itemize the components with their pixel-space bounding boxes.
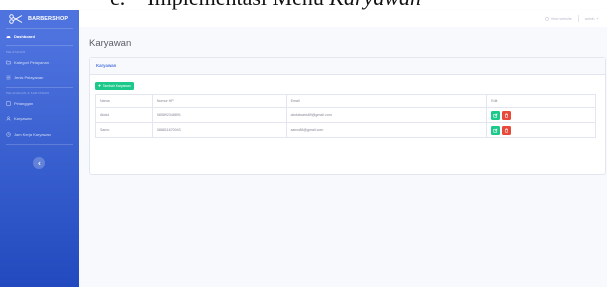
sidebar-item-dashboard[interactable]: Dashboard [4,31,76,41]
sidebar-item-label: Jenis Pelayanan [14,74,44,80]
column-header-edit[interactable]: Edit [486,94,596,108]
topbar-divider [577,15,579,22]
sidebar-item-label: Dashboard [14,33,35,39]
sidebar-heading-pelayanan: PELAYANAN [6,50,26,54]
user-dropdown[interactable]: admin [585,17,599,21]
scissors-icon [9,13,23,24]
sidebar-toggle-button[interactable] [33,157,45,169]
add-karyawan-button[interactable]: Tambah Karyawan [95,82,134,90]
cell-actions [486,122,596,138]
sidebar-item-kategori-pelayanan[interactable]: Kategori Pelayanan [4,57,76,67]
delete-button[interactable] [502,125,512,135]
sidebar-divider [6,87,73,88]
edit-icon [493,113,498,118]
sidebar-item-jam-kerja-karyawan[interactable]: Jam Kerja Karyawan [4,129,76,139]
cell-email: samo88@gmail.com [285,122,488,138]
trash-icon [505,112,509,118]
tachometer-icon [6,35,11,38]
sidebar-item-label: Karyawan [14,115,32,121]
column-header-nama[interactable]: Nama [95,94,153,108]
table-header-row: Nama Nomor HP Email Edit [95,94,596,108]
topbar: View website admin [79,10,607,27]
topbar-right: View website admin [545,15,599,22]
cell-email: abdulwaris89@gmail.com [285,107,488,123]
column-header-nomor-hp[interactable]: Nomor HP [151,94,287,108]
chevron-down-icon [596,17,599,20]
sidebar-divider [6,144,73,145]
sidebar-divider [6,28,73,29]
add-karyawan-label: Tambah Karyawan [102,84,131,88]
cell-nama: Samo [95,122,153,138]
document-caption: c. Implementasi Menu Karyawan [0,0,607,10]
table-row: Samo 088811670043 samo88@gmail.com [95,122,596,138]
folder-icon [6,60,11,64]
card-title: Karyawan [96,63,117,68]
user-name: admin [584,16,595,21]
page-title: Karyawan [89,38,132,49]
chevron-left-icon [37,161,41,165]
edit-button[interactable] [491,110,501,120]
edit-button[interactable] [491,125,501,135]
view-website-label: View website [550,16,572,21]
delete-button[interactable] [502,110,512,120]
caption-italic: Karyawan [329,0,421,10]
sidebar-item-label: Kategori Pelayanan [14,59,49,65]
sidebar-brand[interactable]: BARBERSHOP [0,10,79,27]
sidebar-item-label: Jam Kerja Karyawan [14,131,51,137]
sidebar: BARBERSHOP Dashboard PELAYANAN Kategori … [0,10,79,287]
column-header-email[interactable]: Email [285,94,488,108]
sidebar-item-karyawan[interactable]: Karyawan [4,113,76,123]
view-website-link[interactable]: View website [545,16,572,21]
caption-number: c. [110,0,125,10]
cell-nama: Abdul [95,107,153,123]
clock-icon [6,131,11,137]
users-icon [6,101,11,105]
plus-icon [98,84,101,88]
user-icon [6,116,11,121]
cell-actions [486,107,596,123]
globe-icon [545,16,550,21]
cell-nomor-hp: 085892348891 [151,107,287,123]
karyawan-card: Karyawan Tambah Karyawan Nama Nomor HP E… [89,57,606,175]
brand-name: BARBERSHOP [28,15,69,22]
edit-icon [493,128,498,133]
karyawan-table: Nama Nomor HP Email Edit Abdul 085892348… [95,94,596,138]
caption-text: c. Implementasi Menu Karyawan [110,0,607,10]
card-header: Karyawan [90,58,605,75]
list-icon [6,75,11,79]
caption-main: Implementasi Menu [147,0,329,10]
sidebar-item-pelanggan[interactable]: Pelanggan [4,98,76,108]
trash-icon [505,127,509,133]
cell-nomor-hp: 088811670043 [151,122,287,138]
sidebar-divider [6,45,73,46]
sidebar-item-label: Pelanggan [14,100,34,106]
sidebar-heading-pelanggan-karyawan: PELANGGAN & KARYAWAN [6,91,50,95]
table-row: Abdul 085892348891 abdulwaris89@gmail.co… [95,107,596,123]
sidebar-item-jenis-pelayanan[interactable]: Jenis Pelayanan [4,72,76,82]
